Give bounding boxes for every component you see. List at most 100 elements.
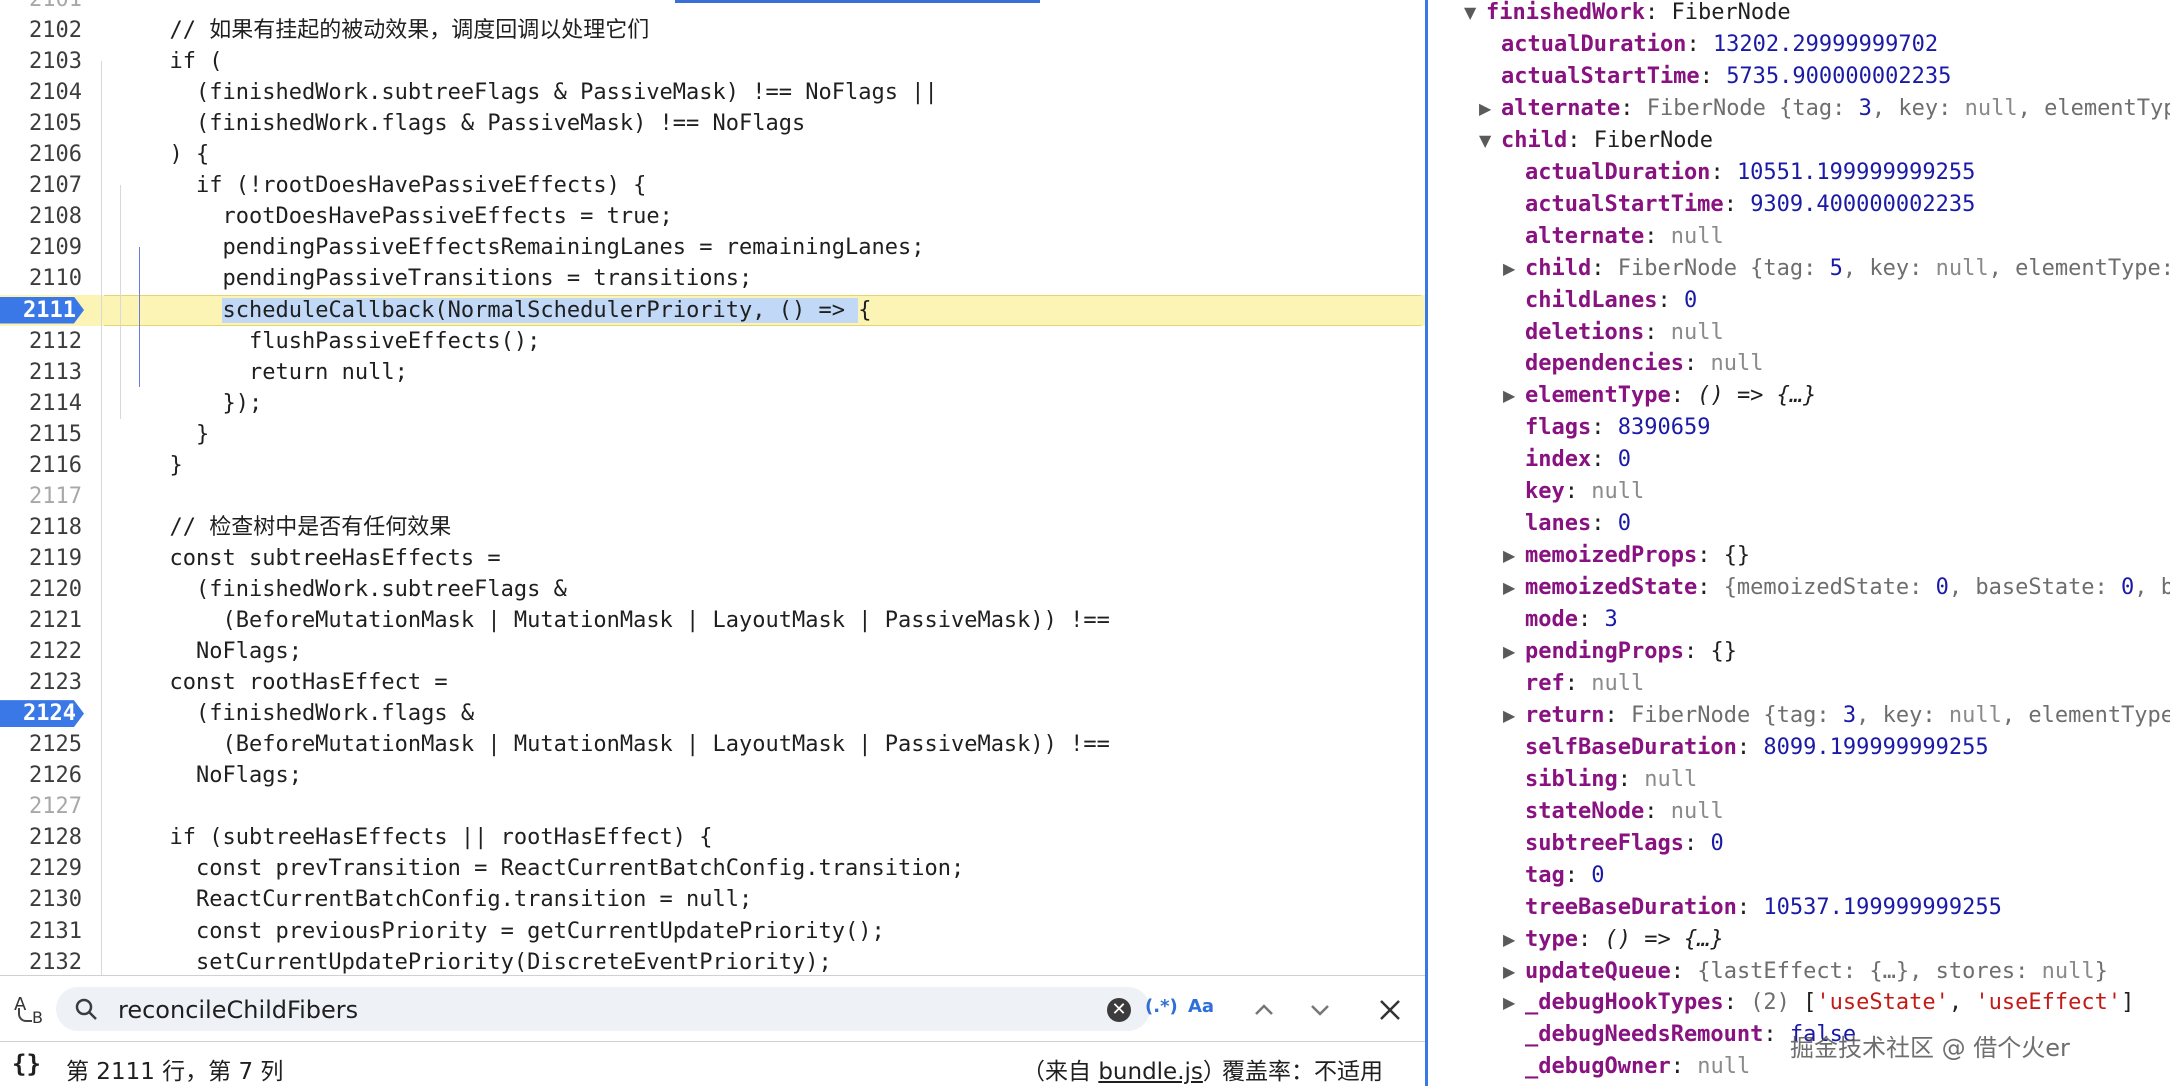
collapse-arrow-icon[interactable]: ▼ [1464, 0, 1476, 29]
expand-arrow-icon[interactable]: ▶ [1503, 540, 1515, 572]
code-line[interactable]: 2119 const subtreeHasEffects = [0, 543, 1425, 574]
code-line[interactable]: 2122 NoFlags; [0, 636, 1425, 667]
search-input[interactable] [116, 992, 1120, 1028]
line-number[interactable]: 2104 [0, 77, 82, 108]
line-number[interactable]: 2121 [0, 605, 82, 636]
code-line[interactable]: 2101 [0, 0, 1425, 15]
code-line[interactable]: 2129 const prevTransition = ReactCurrent… [0, 853, 1425, 884]
code-line[interactable]: 2124 (finishedWork.flags & [0, 698, 1425, 729]
expand-arrow-icon[interactable]: ▶ [1503, 380, 1515, 412]
line-number[interactable]: 2128 [0, 822, 82, 853]
code-line[interactable]: 2103 if ( [0, 46, 1425, 77]
line-number[interactable]: 2107 [0, 170, 82, 201]
expand-arrow-icon[interactable]: ▶ [1503, 636, 1515, 668]
expand-arrow-icon[interactable]: ▶ [1503, 253, 1515, 285]
breakpoint-marker[interactable]: 2124 [0, 700, 84, 728]
line-number[interactable]: 2129 [0, 853, 82, 884]
breakpoint-marker[interactable]: 2111 [0, 296, 84, 324]
pretty-print-button[interactable]: {} [12, 1050, 41, 1078]
scope-property[interactable]: ▶ pendingProps: {} [1503, 636, 1737, 668]
code-line[interactable]: 2105 (finishedWork.flags & PassiveMask) … [0, 108, 1425, 139]
scope-property[interactable]: ▼ child: FiberNode [1479, 125, 1713, 157]
scope-property[interactable]: ▶ return: FiberNode {tag: 3, key: null, e… [1503, 700, 2170, 732]
line-number[interactable]: 2126 [0, 760, 82, 791]
expand-arrow-icon[interactable]: ▶ [1503, 987, 1515, 1019]
line-number[interactable]: 2123 [0, 667, 82, 698]
code-line[interactable]: 2114 }); [0, 388, 1425, 419]
code-line[interactable]: 2130 ReactCurrentBatchConfig.transition … [0, 884, 1425, 915]
line-number[interactable]: 2109 [0, 232, 82, 263]
expand-arrow-icon[interactable]: ▶ [1503, 572, 1515, 604]
code-line[interactable]: 2111 scheduleCallback(NormalSchedulerPri… [0, 294, 1425, 326]
line-number[interactable]: 2106 [0, 139, 82, 170]
code-line[interactable]: 2102 // 如果有挂起的被动效果，调度回调以处理它们 [0, 15, 1425, 46]
code-line[interactable]: 2112 flushPassiveEffects(); [0, 326, 1425, 357]
line-number[interactable]: 2101 [0, 0, 82, 15]
line-number[interactable]: 2131 [0, 916, 82, 947]
line-number[interactable]: 2117 [0, 481, 82, 512]
regex-toggle[interactable]: (.*) [1145, 996, 1178, 1017]
scope-property[interactable]: ▶ elementType: () => {…} [1503, 380, 1816, 412]
scope-property[interactable]: ▶ memoizedState: {memoizedState: 0, baseS… [1503, 572, 2170, 604]
line-number[interactable]: 2119 [0, 543, 82, 574]
code-line[interactable]: 2132 setCurrentUpdatePriority(DiscreteEv… [0, 947, 1425, 978]
code-line[interactable]: 2126 NoFlags; [0, 760, 1425, 791]
line-number[interactable]: 2113 [0, 357, 82, 388]
code-line[interactable]: 2123 const rootHasEffect = [0, 667, 1425, 698]
code-line[interactable]: 2109 pendingPassiveEffectsRemainingLanes… [0, 232, 1425, 263]
line-number[interactable]: 2115 [0, 419, 82, 450]
code-line[interactable]: 2120 (finishedWork.subtreeFlags & [0, 574, 1425, 605]
line-number[interactable]: 2120 [0, 574, 82, 605]
line-number[interactable]: 2118 [0, 512, 82, 543]
search-field[interactable]: ✕ [56, 987, 1150, 1031]
code-line[interactable]: 2118 // 检查树中是否有任何效果 [0, 512, 1425, 543]
line-number[interactable]: 2105 [0, 108, 82, 139]
clear-search-icon[interactable]: ✕ [1107, 998, 1131, 1022]
code-line[interactable]: 2125 (BeforeMutationMask | MutationMask … [0, 729, 1425, 760]
source-file-link[interactable]: bundle.js [1098, 1059, 1203, 1085]
scope-property[interactable]: ▶ updateQueue: {lastEffect: {…}, stores: … [1503, 956, 2108, 988]
scope-property[interactable]: ▶ memoizedProps: {} [1503, 540, 1750, 572]
line-number[interactable]: 2103 [0, 46, 82, 77]
code-line[interactable]: 2116 } [0, 450, 1425, 481]
code-line[interactable]: 2104 (finishedWork.subtreeFlags & Passiv… [0, 77, 1425, 108]
code-line[interactable]: 2107 if (!rootDoesHavePassiveEffects) { [0, 170, 1425, 201]
line-number[interactable]: 2112 [0, 326, 82, 357]
line-number[interactable]: 2130 [0, 884, 82, 915]
line-number[interactable]: 2122 [0, 636, 82, 667]
code-line[interactable]: 2106 ) { [0, 139, 1425, 170]
line-number[interactable]: 2116 [0, 450, 82, 481]
expand-arrow-icon[interactable]: ▶ [1503, 700, 1515, 732]
code-line[interactable]: 2131 const previousPriority = getCurrent… [0, 916, 1425, 947]
chevron-up-icon[interactable] [1250, 996, 1278, 1024]
scope-property[interactable]: ▶ type: () => {…} [1503, 924, 1724, 956]
match-case-toggle[interactable]: Aa [1188, 996, 1214, 1017]
scope-property[interactable]: ▶ alternate: FiberNode {tag: 3, key: null… [1479, 93, 2170, 125]
expand-arrow-icon[interactable]: ▶ [1479, 93, 1491, 125]
expand-arrow-icon[interactable]: ▶ [1503, 924, 1515, 956]
chevron-down-icon[interactable] [1306, 996, 1334, 1024]
line-number[interactable]: 2127 [0, 791, 82, 822]
collapse-arrow-icon[interactable]: ▼ [1479, 125, 1491, 157]
code-editor[interactable]: 21012102 // 如果有挂起的被动效果，调度回调以处理它们2103 if … [0, 0, 1425, 1086]
line-number[interactable]: 2110 [0, 263, 82, 294]
line-number[interactable]: 2102 [0, 15, 82, 46]
scope-property[interactable]: ▼ finishedWork: FiberNode [1464, 0, 1791, 29]
expand-arrow-icon[interactable]: ▶ [1503, 956, 1515, 988]
line-number[interactable]: 2125 [0, 729, 82, 760]
code-line[interactable]: 2113 return null; [0, 357, 1425, 388]
scope-property[interactable]: ▶ child: FiberNode {tag: 5, key: null, el… [1503, 253, 2170, 285]
code-line[interactable]: 2117 [0, 481, 1425, 512]
line-number[interactable]: 2132 [0, 947, 82, 978]
scope-property[interactable]: ▶ _debugHookTypes: (2) ['useState', 'useE… [1503, 987, 2134, 1019]
code-line[interactable]: 2110 pendingPassiveTransitions = transit… [0, 263, 1425, 294]
code-line[interactable]: 2128 if (subtreeHasEffects || rootHasEff… [0, 822, 1425, 853]
replace-toggle-icon[interactable]: A B [12, 994, 48, 1030]
code-line[interactable]: 2115 } [0, 419, 1425, 450]
line-number[interactable]: 2108 [0, 201, 82, 232]
code-line[interactable]: 2108 rootDoesHavePassiveEffects = true; [0, 201, 1425, 232]
code-line[interactable]: 2121 (BeforeMutationMask | MutationMask … [0, 605, 1425, 636]
close-icon[interactable] [1376, 996, 1404, 1024]
code-line[interactable]: 2127 [0, 791, 1425, 822]
line-number[interactable]: 2114 [0, 388, 82, 419]
